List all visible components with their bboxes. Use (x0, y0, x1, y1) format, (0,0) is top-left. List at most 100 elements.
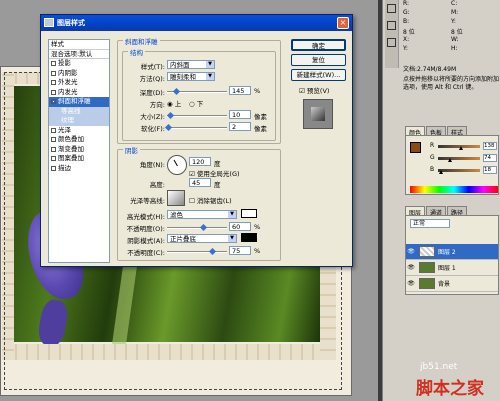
style-list-item[interactable]: 描边 (49, 164, 109, 174)
size-slider[interactable] (166, 111, 227, 120)
highlight-opacity-label: 不透明度(O): (126, 225, 165, 233)
checkbox-icon[interactable] (51, 99, 56, 104)
global-light-checkbox[interactable]: ☑ 使用全局光(G) (189, 168, 240, 178)
direction-up-radio[interactable]: ◉ 上 (167, 98, 181, 108)
channel-value[interactable]: 18 (483, 166, 497, 174)
new-style-button[interactable]: 新建样式(W)... (291, 69, 346, 81)
eye-icon[interactable]: 👁 (406, 264, 416, 271)
channel-slider-thumb[interactable] (448, 158, 453, 162)
channel-slider-thumb[interactable] (458, 146, 463, 150)
style-select[interactable]: 内斜面 ▼ (167, 60, 215, 69)
channel-slider[interactable] (438, 157, 480, 160)
style-list-item[interactable]: 内阴影 (49, 69, 109, 79)
highlight-opacity-input[interactable]: 60 (229, 222, 251, 231)
help-text: 点按并拖移以将所要的方向添加附加选项，使用 Alt 和 Ctrl 键。 (403, 76, 500, 91)
checkbox-icon[interactable] (51, 127, 56, 133)
shadow-mode-select[interactable]: 正片叠底 ▼ (167, 234, 237, 243)
info-key-2: C: (451, 0, 458, 7)
color-slider-row: B 18 (430, 166, 498, 178)
foreground-color-swatch[interactable] (410, 142, 421, 153)
checkbox-icon[interactable] (51, 80, 56, 85)
eyedropper-icon[interactable] (387, 4, 396, 13)
soften-slider[interactable] (165, 123, 227, 132)
method-label: 方法(Q): (139, 75, 165, 83)
gloss-contour-picker[interactable] (167, 190, 185, 206)
style-list-item[interactable]: 渐变叠加 (49, 145, 109, 155)
reset-button[interactable]: 复位 (291, 54, 346, 66)
checkbox-icon[interactable] (51, 137, 56, 142)
angle-label: 角度(N): (139, 161, 165, 169)
preview-checkbox[interactable]: ☑ 预览(V) (299, 85, 329, 95)
highlight-opacity-slider[interactable] (167, 223, 227, 232)
style-list-item[interactable]: 等高线 (49, 106, 109, 116)
style-list-label: 斜面和浮雕 (58, 97, 91, 105)
style-list-label: 光泽 (58, 125, 71, 134)
layer-row[interactable]: 👁 图层 1 (406, 260, 498, 276)
crosshair-icon[interactable] (387, 21, 396, 30)
style-list-item[interactable]: 图案叠加 (49, 154, 109, 164)
color-sliders: R 138 G 74 B 18 (430, 142, 498, 178)
style-list-item[interactable]: 纹理 (49, 116, 109, 126)
layer-row[interactable]: 👁 背景 (406, 276, 498, 292)
style-list-item[interactable]: 光泽 (49, 126, 109, 136)
channel-label: B (430, 166, 435, 173)
channel-slider[interactable] (438, 169, 480, 172)
channel-value[interactable]: 138 (483, 142, 497, 150)
highlight-opacity-unit: % (254, 223, 261, 231)
depth-slider[interactable] (167, 87, 227, 96)
color-panel: R 138 G 74 B 18 (405, 135, 499, 195)
channel-value[interactable]: 74 (483, 154, 497, 162)
channel-slider-thumb[interactable] (438, 170, 443, 174)
style-list-item[interactable]: 样式 (49, 40, 109, 50)
soften-input[interactable]: 2 (229, 122, 251, 131)
checkbox-icon[interactable] (51, 61, 56, 66)
layer-row[interactable]: 👁 图层 2 (406, 244, 498, 260)
ruler-icon[interactable] (387, 38, 396, 47)
shadow-opacity-slider[interactable] (167, 247, 227, 256)
soften-label: 软化(F): (140, 125, 165, 133)
style-list-item[interactable]: 外发光 (49, 78, 109, 88)
info-key: G: (403, 9, 410, 16)
size-input[interactable]: 10 (229, 110, 251, 119)
style-list-item[interactable]: 斜面和浮雕 (49, 97, 109, 107)
checkbox-icon[interactable] (51, 146, 56, 152)
checkbox-icon[interactable] (51, 165, 56, 171)
style-list-item[interactable]: 内发光 (49, 88, 109, 98)
depth-input[interactable]: 145 (229, 86, 251, 95)
checkbox-icon[interactable] (51, 89, 56, 95)
eye-icon[interactable]: 👁 (406, 248, 416, 255)
ok-button[interactable]: 确定 (291, 39, 346, 51)
shadow-opacity-input[interactable]: 75 (229, 246, 251, 255)
watermark-name: 脚本之家 (416, 379, 484, 399)
shadow-color-swatch[interactable] (241, 233, 257, 242)
close-button[interactable]: × (337, 17, 349, 29)
style-preview-thumbnail (303, 99, 333, 129)
angle-input[interactable]: 120 (189, 157, 211, 166)
altitude-input[interactable]: 45 (189, 178, 211, 187)
layers-panel: 正常 👁 图层 2 👁 图层 1 👁 背景 (405, 215, 499, 295)
eye-icon[interactable]: 👁 (406, 280, 416, 287)
style-list-item[interactable]: 颜色叠加 (49, 135, 109, 145)
layer-thumbnail (419, 246, 435, 257)
style-list-label: 渐变叠加 (58, 144, 84, 153)
info-row: R: C: (403, 0, 499, 9)
method-select[interactable]: 雕刻柔和 ▼ (167, 72, 215, 81)
style-label: 样式(T): (140, 63, 165, 71)
antialias-checkbox[interactable]: ☐ 消除锯齿(L) (189, 195, 232, 205)
style-list-item[interactable]: 投影 (49, 59, 109, 69)
style-list-item[interactable]: 混合选项:默认 (49, 50, 109, 59)
direction-down-radio[interactable]: ○ 下 (189, 98, 203, 108)
checkbox-icon[interactable] (51, 70, 56, 76)
highlight-mode-select[interactable]: 滤色 ▼ (167, 210, 237, 219)
direction-up-label: 上 (174, 100, 182, 108)
blend-mode-select[interactable]: 正常 (410, 219, 450, 228)
checkbox-icon[interactable] (51, 156, 56, 161)
shadow-opacity-unit: % (254, 247, 261, 255)
highlight-color-swatch[interactable] (241, 209, 257, 218)
info-row: B: Y: (403, 18, 499, 27)
altitude-label: 高度: (149, 181, 165, 189)
angle-dial[interactable] (167, 155, 187, 175)
layer-thumbnail (419, 278, 435, 289)
dialog-titlebar[interactable]: 图层样式 (41, 15, 352, 31)
color-ramp[interactable] (410, 186, 498, 193)
